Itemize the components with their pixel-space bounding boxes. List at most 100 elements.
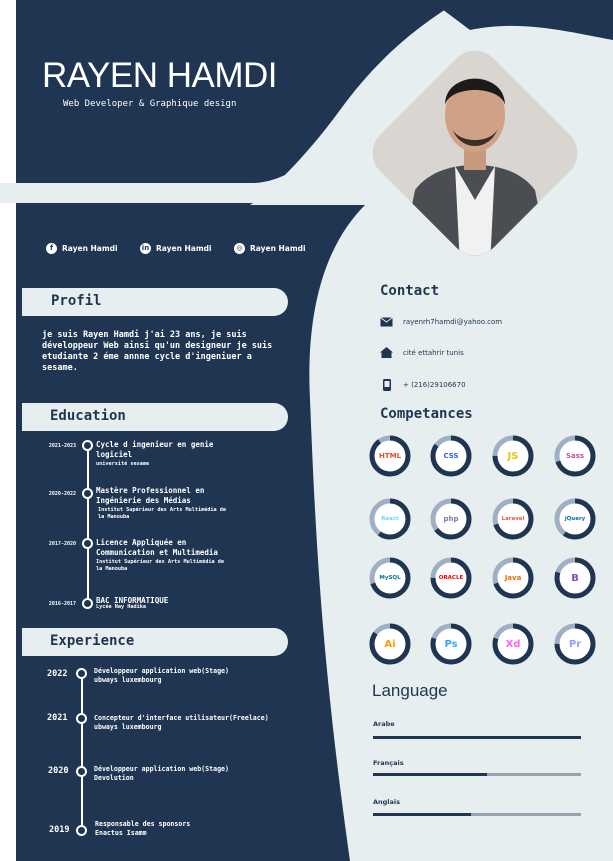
experience-role: Développeur application web(Stage) [94,765,229,773]
job-title: Web Developer & Graphique design [63,99,237,109]
mail-icon [380,316,393,327]
language-level [373,773,488,776]
css3-icon: CSS [443,452,459,460]
photoshop-icon: Ps [444,638,458,650]
education-timeline [87,446,89,608]
xd-icon: Xd [505,638,521,650]
skill-react-badge: React [368,497,412,541]
home-icon [380,347,393,358]
timeline-dot [76,766,87,777]
education-title: Licence Appliquée en Communication et Mu… [96,538,218,557]
skill-xd-badge: Xd [491,622,535,666]
education-years: 2021-2023 [48,443,76,449]
jquery-icon: jQuery [564,516,586,522]
education-years: 2020-2022 [48,491,76,497]
experience-company: ubways luxembourg [94,676,162,684]
contact-phone[interactable]: + (216)29106670 [380,378,466,391]
profil-text: je suis Rayen Hamdi j'ai 23 ans, je suis… [42,330,273,373]
experience-role: Concepteur d'interface utilisateur(Freel… [94,714,269,722]
education-school: Lycée Nay Hadika [96,604,146,610]
bootstrap-icon: B [571,572,579,584]
laravel-icon: Laravel [501,516,525,522]
experience-year: 2021 [47,713,68,723]
skill-java-badge: Java [491,556,535,600]
experience-heading: Experience [50,633,135,649]
language-level [373,736,581,739]
education-school: université sesame [96,461,150,467]
language-level [373,813,471,816]
social-label: Rayen Hamdi [62,243,118,253]
instagram-icon: ◎ [234,242,245,254]
social-label: Rayen Hamdi [250,243,306,253]
premiere-icon: Pr [568,638,582,650]
education-title: Cycle d ingenieur en genie logiciel [96,440,214,459]
java-icon: Java [504,574,522,582]
language-bar [373,773,581,776]
education-heading: Education [50,408,126,424]
education-school: Institut Supérieur des Arts Multimédia d… [96,559,225,572]
timeline-dot [76,668,87,679]
skill-html-badge: HTML [368,434,412,478]
candidate-name: RAYEN HAMDI [42,56,278,95]
skill-jquery-badge: jQuery [553,497,597,541]
profil-heading-bar: Profil [22,288,288,316]
sass-icon: Sass [565,452,585,460]
language-name: Arabe [373,720,395,728]
skill-oracle-badge: ORACLE [429,556,473,600]
timeline-dot [76,713,87,724]
skill-ai-badge: Ai [368,622,412,666]
experience-heading-bar: Experience [22,628,288,656]
language-heading: Language [372,681,448,700]
php-icon: php [443,515,459,523]
language-name: Français [373,759,404,767]
education-years: 2017-2020 [48,541,76,547]
contact-address: cité ettahrir tunis [380,347,464,358]
experience-company: Devolution [94,774,134,782]
contact-heading: Contact [380,283,440,299]
language-bar [373,813,581,816]
skill-b-badge: B [553,556,597,600]
contact-value: rayenrh7hamdi@yahoo.com [403,317,503,326]
skill-ps-badge: Ps [429,622,473,666]
education-school: Institut Supérieur des Arts Multimédia d… [98,507,227,520]
html5-icon: HTML [378,452,402,460]
profil-heading: Profil [51,293,102,309]
social-label: Rayen Hamdi [156,243,212,253]
contact-value: cité ettahrir tunis [403,348,464,357]
social-linkedin[interactable]: in Rayen Hamdi [140,242,212,254]
experience-year: 2019 [49,825,70,835]
javascript-icon: JS [507,450,519,462]
experience-year: 2020 [48,766,69,776]
timeline-dot [82,488,93,499]
social-facebook[interactable]: f Rayen Hamdi [46,242,118,254]
timeline-dot [82,538,93,549]
cv-page: RAYEN HAMDI Web Developer & Graphique de… [0,0,613,861]
skill-mysql-badge: MySQL [368,556,412,600]
contact-email[interactable]: rayenrh7hamdi@yahoo.com [380,316,502,327]
skill-css-badge: CSS [429,434,473,478]
phone-icon [380,378,393,391]
timeline-dot [76,825,87,836]
competences-heading: Competances [380,406,473,422]
contact-value: + (216)29106670 [403,380,466,389]
experience-role: Responsable des sponsors [95,820,191,828]
experience-timeline [81,672,83,834]
experience-role: Développeur application web(Stage) [94,667,229,675]
skill-js-badge: JS [491,434,535,478]
oracle-icon: ORACLE [438,575,464,581]
illustrator-icon: Ai [384,638,396,650]
skill-sass-badge: Sass [553,434,597,478]
language-name: Anglais [373,798,401,806]
education-years: 2016-2017 [48,601,76,607]
experience-year: 2022 [47,669,68,679]
skill-pr-badge: Pr [553,622,597,666]
react-icon: React [381,516,399,522]
skill-php-badge: php [429,497,473,541]
social-instagram[interactable]: ◎ Rayen Hamdi [234,242,306,254]
timeline-dot [82,440,93,451]
experience-company: ubways luxembourg [94,723,162,731]
mysql-icon: MySQL [379,575,401,581]
education-heading-bar: Education [22,403,288,431]
education-title: Mastère Professionnel en Ingénierie des … [96,486,205,505]
skill-laravel-badge: Laravel [491,497,535,541]
